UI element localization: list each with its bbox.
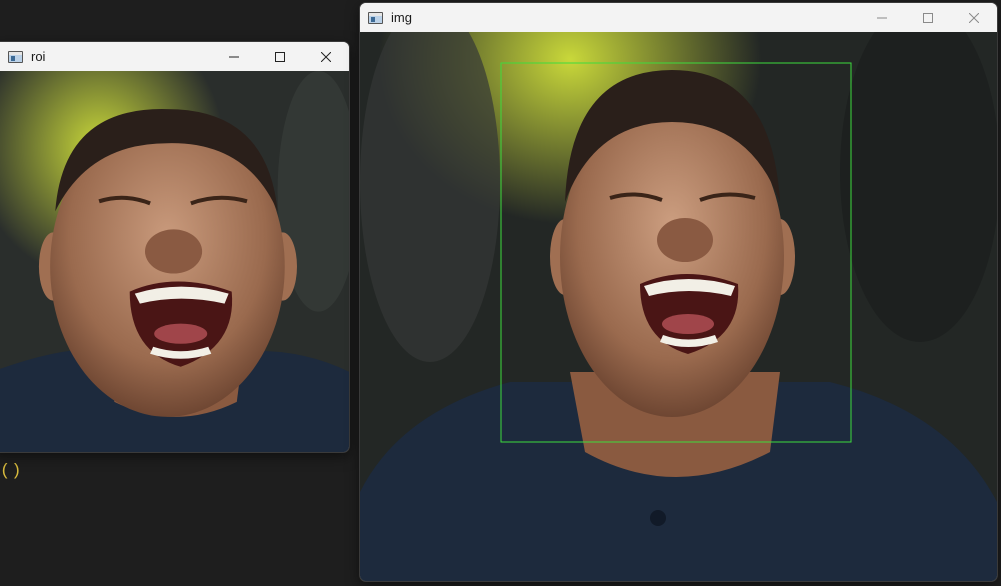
code-parentheses: () xyxy=(0,462,23,481)
img-close-button[interactable] xyxy=(951,3,997,32)
img-window[interactable]: img xyxy=(360,3,997,581)
app-window-icon xyxy=(8,50,23,63)
roi-image-area xyxy=(0,71,349,452)
maximize-icon xyxy=(923,12,933,23)
roi-window-title: roi xyxy=(31,49,46,64)
roi-close-button[interactable] xyxy=(303,42,349,71)
img-image-area xyxy=(360,32,997,581)
roi-window[interactable]: roi xyxy=(0,42,349,452)
img-window-title: img xyxy=(391,10,412,25)
img-photo xyxy=(360,32,997,581)
img-maximize-button[interactable] xyxy=(905,3,951,32)
roi-maximize-button[interactable] xyxy=(257,42,303,71)
minimize-icon xyxy=(877,17,887,18)
maximize-icon xyxy=(275,51,285,62)
img-titlebar[interactable]: img xyxy=(360,3,997,32)
close-icon xyxy=(969,12,979,23)
roi-minimize-button[interactable] xyxy=(211,42,257,71)
minimize-icon xyxy=(229,56,239,57)
roi-photo xyxy=(0,71,349,452)
desktop: () roi img xyxy=(0,0,1001,586)
close-icon xyxy=(321,51,331,62)
img-minimize-button[interactable] xyxy=(859,3,905,32)
roi-titlebar[interactable]: roi xyxy=(0,42,349,71)
app-window-icon xyxy=(368,11,383,24)
